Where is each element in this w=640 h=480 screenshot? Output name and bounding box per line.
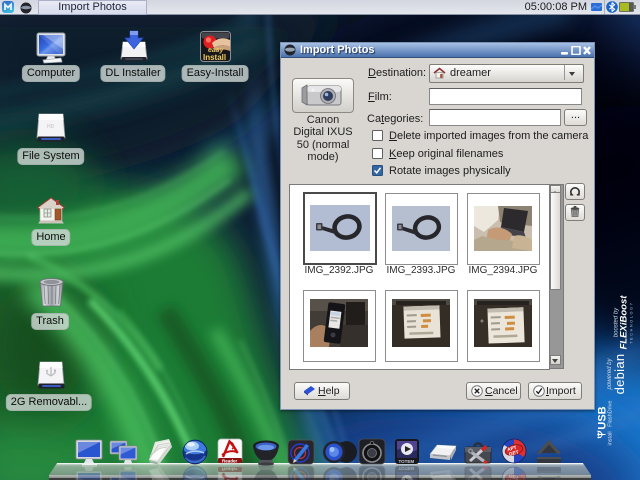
svg-text:HD: HD <box>47 124 55 130</box>
svg-text:Install: Install <box>203 53 226 62</box>
